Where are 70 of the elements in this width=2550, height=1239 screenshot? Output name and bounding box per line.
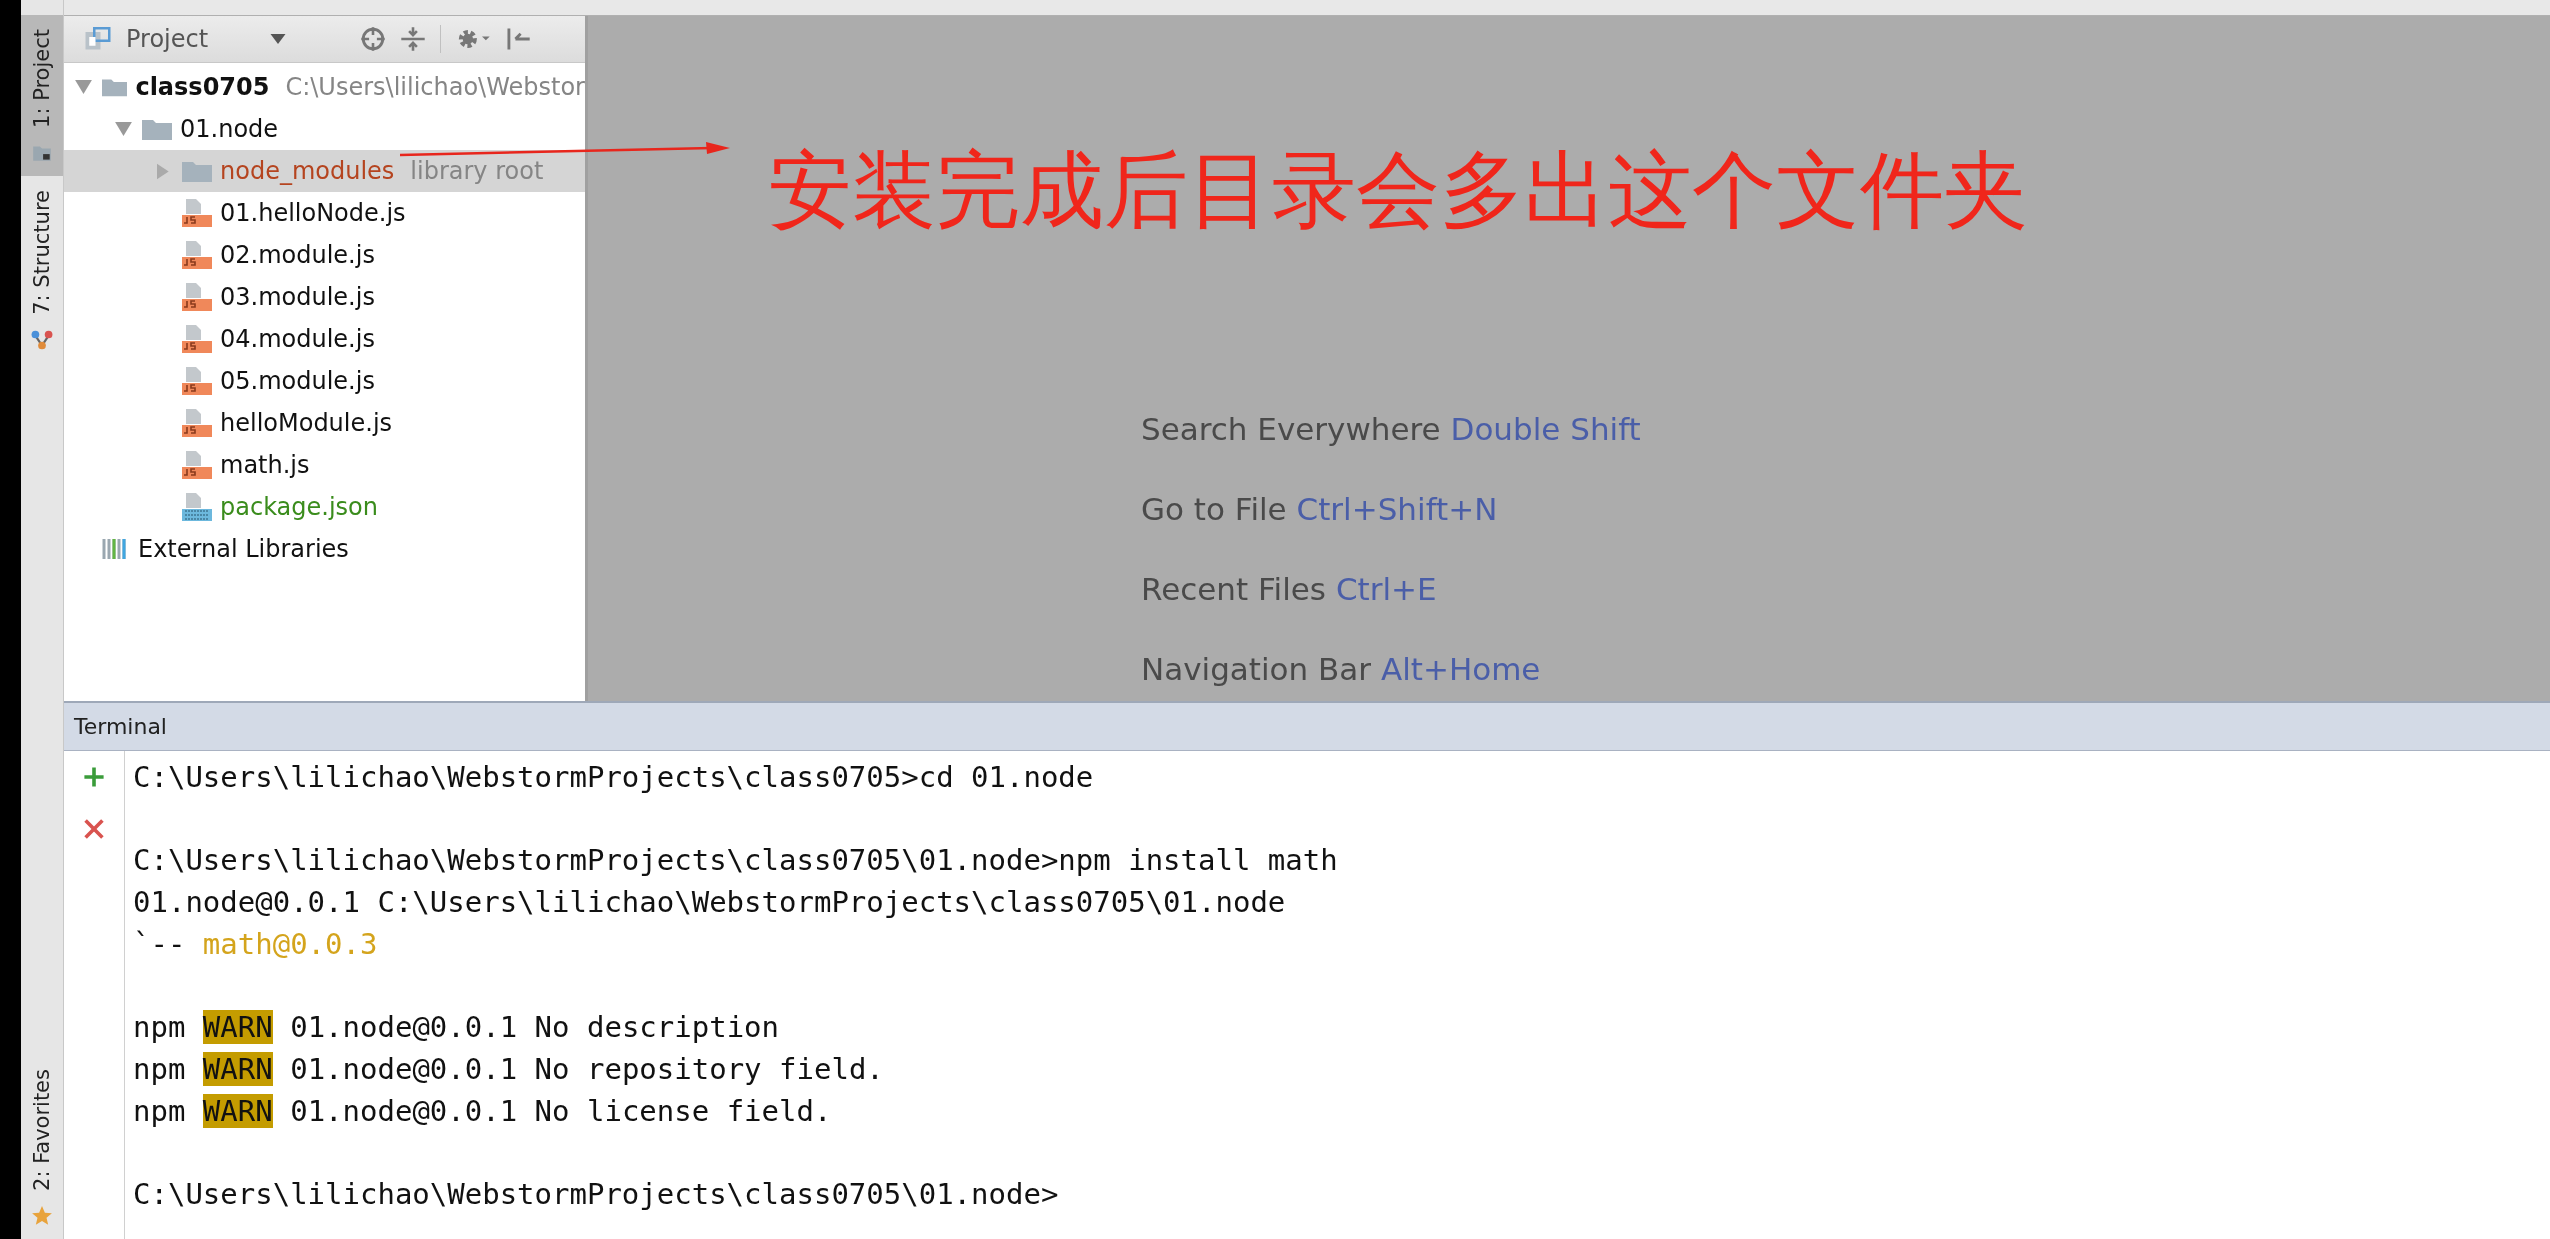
tree-row[interactable]: 02.module.js (64, 234, 585, 276)
tree-row[interactable]: External Libraries (64, 528, 585, 570)
js-file-icon (182, 450, 212, 480)
js-file-icon (182, 366, 212, 396)
tree-row[interactable]: node_modules library root (64, 150, 585, 192)
tree-row[interactable]: package.json (64, 486, 585, 528)
npm-prefix: npm (133, 1093, 186, 1128)
shortcut-hint: Search Everywhere Double Shift (1141, 411, 1642, 447)
warning-message: 01.node@0.0.1 No description (290, 1010, 780, 1045)
tree-branch: `-- (133, 926, 186, 961)
terminal-line: 01.node@0.0.1 C:\Users\lilichao\WebstormProjects\class0705\01.node (133, 885, 1286, 920)
js-file-icon (182, 408, 212, 438)
tree-row[interactable]: 01.helloNode.js (64, 192, 585, 234)
shortcut-hint: Recent Files Ctrl+E (1141, 571, 1438, 607)
folder-icon (142, 118, 172, 140)
tree-row[interactable]: math.js (64, 444, 585, 486)
terminal-line: C:\Users\lilichao\WebstormProjects\class0705\01.node>npm install math (133, 843, 1338, 878)
panel-title: Project (126, 25, 210, 53)
hide-panel-icon[interactable] (505, 26, 531, 52)
expanded-arrow-icon[interactable] (74, 80, 92, 94)
terminal-line: C:\Users\lilichao\WebstormProjects\class0705\01.node> (133, 1176, 1059, 1211)
tree-item-label: 04.module.js (220, 325, 375, 353)
project-view-icon (84, 26, 112, 52)
tree-row[interactable]: 05.module.js (64, 360, 585, 402)
npm-prefix: npm (133, 1051, 186, 1086)
annotation-text: 安装完成后目录会多出这个文件夹 (768, 140, 2028, 241)
tree-item-label: 01.node (180, 115, 279, 143)
js-file-icon (182, 198, 212, 228)
js-file-icon (182, 282, 212, 312)
folder-icon (102, 76, 128, 98)
tree-row[interactable]: 03.module.js (64, 276, 585, 318)
add-icon[interactable] (82, 765, 106, 789)
warning-message: 01.node@0.0.1 No license field. (290, 1093, 832, 1128)
shortcut-hint: Navigation Bar Alt+Home (1141, 651, 1542, 687)
tree-item-note: library root (410, 157, 544, 185)
tree-item-label: helloModule.js (220, 409, 393, 437)
terminal-line: C:\Users\lilichao\WebstormProjects\class0705>cd 01.node (133, 760, 1094, 794)
json-file-icon (182, 492, 212, 522)
js-file-icon (182, 324, 212, 354)
tree-item-label: 03.module.js (220, 283, 375, 311)
tree-item-label: 01.helloNode.js (220, 199, 406, 227)
package-name: math@0.0.3 (202, 926, 378, 961)
locate-icon[interactable] (360, 26, 386, 52)
folder-icon (182, 160, 212, 182)
tree-item-label: node_modules (220, 157, 395, 185)
tree-item-label: 02.module.js (220, 241, 375, 269)
tree-item-label: class0705 (135, 73, 270, 101)
side-tab[interactable]: 1: Project (21, 15, 63, 176)
side-tab[interactable]: 2: Favorites (21, 1055, 63, 1239)
terminal-title: Terminal (74, 714, 167, 739)
dropdown-caret-icon[interactable] (270, 34, 286, 44)
tree-item-label: External Libraries (138, 535, 349, 563)
side-tab[interactable]: 7: Structure (21, 175, 63, 363)
close-icon[interactable] (82, 817, 106, 841)
tree-row[interactable]: 01.node (64, 108, 585, 150)
tree-item-label: math.js (220, 451, 310, 479)
collapse-all-icon[interactable] (400, 26, 426, 52)
expanded-arrow-icon[interactable] (114, 122, 132, 136)
js-file-icon (182, 240, 212, 270)
tree-row[interactable]: helloModule.js (64, 402, 585, 444)
structure-icon (31, 328, 53, 351)
tree-row[interactable]: 04.module.js (64, 318, 585, 360)
shortcut-hint: Go to File Ctrl+Shift+N (1141, 491, 1499, 527)
npm-prefix: npm (133, 1010, 186, 1045)
tree-item-label: package.json (220, 493, 378, 521)
tree-row[interactable]: class0705 C:\Users\lilichao\Webstor (64, 66, 585, 108)
warning-message: 01.node@0.0.1 No repository field. (290, 1051, 884, 1086)
tree-item-path: C:\Users\lilichao\Webstor (285, 73, 585, 101)
tree-item-label: 05.module.js (220, 367, 375, 395)
star-icon (31, 1205, 53, 1227)
